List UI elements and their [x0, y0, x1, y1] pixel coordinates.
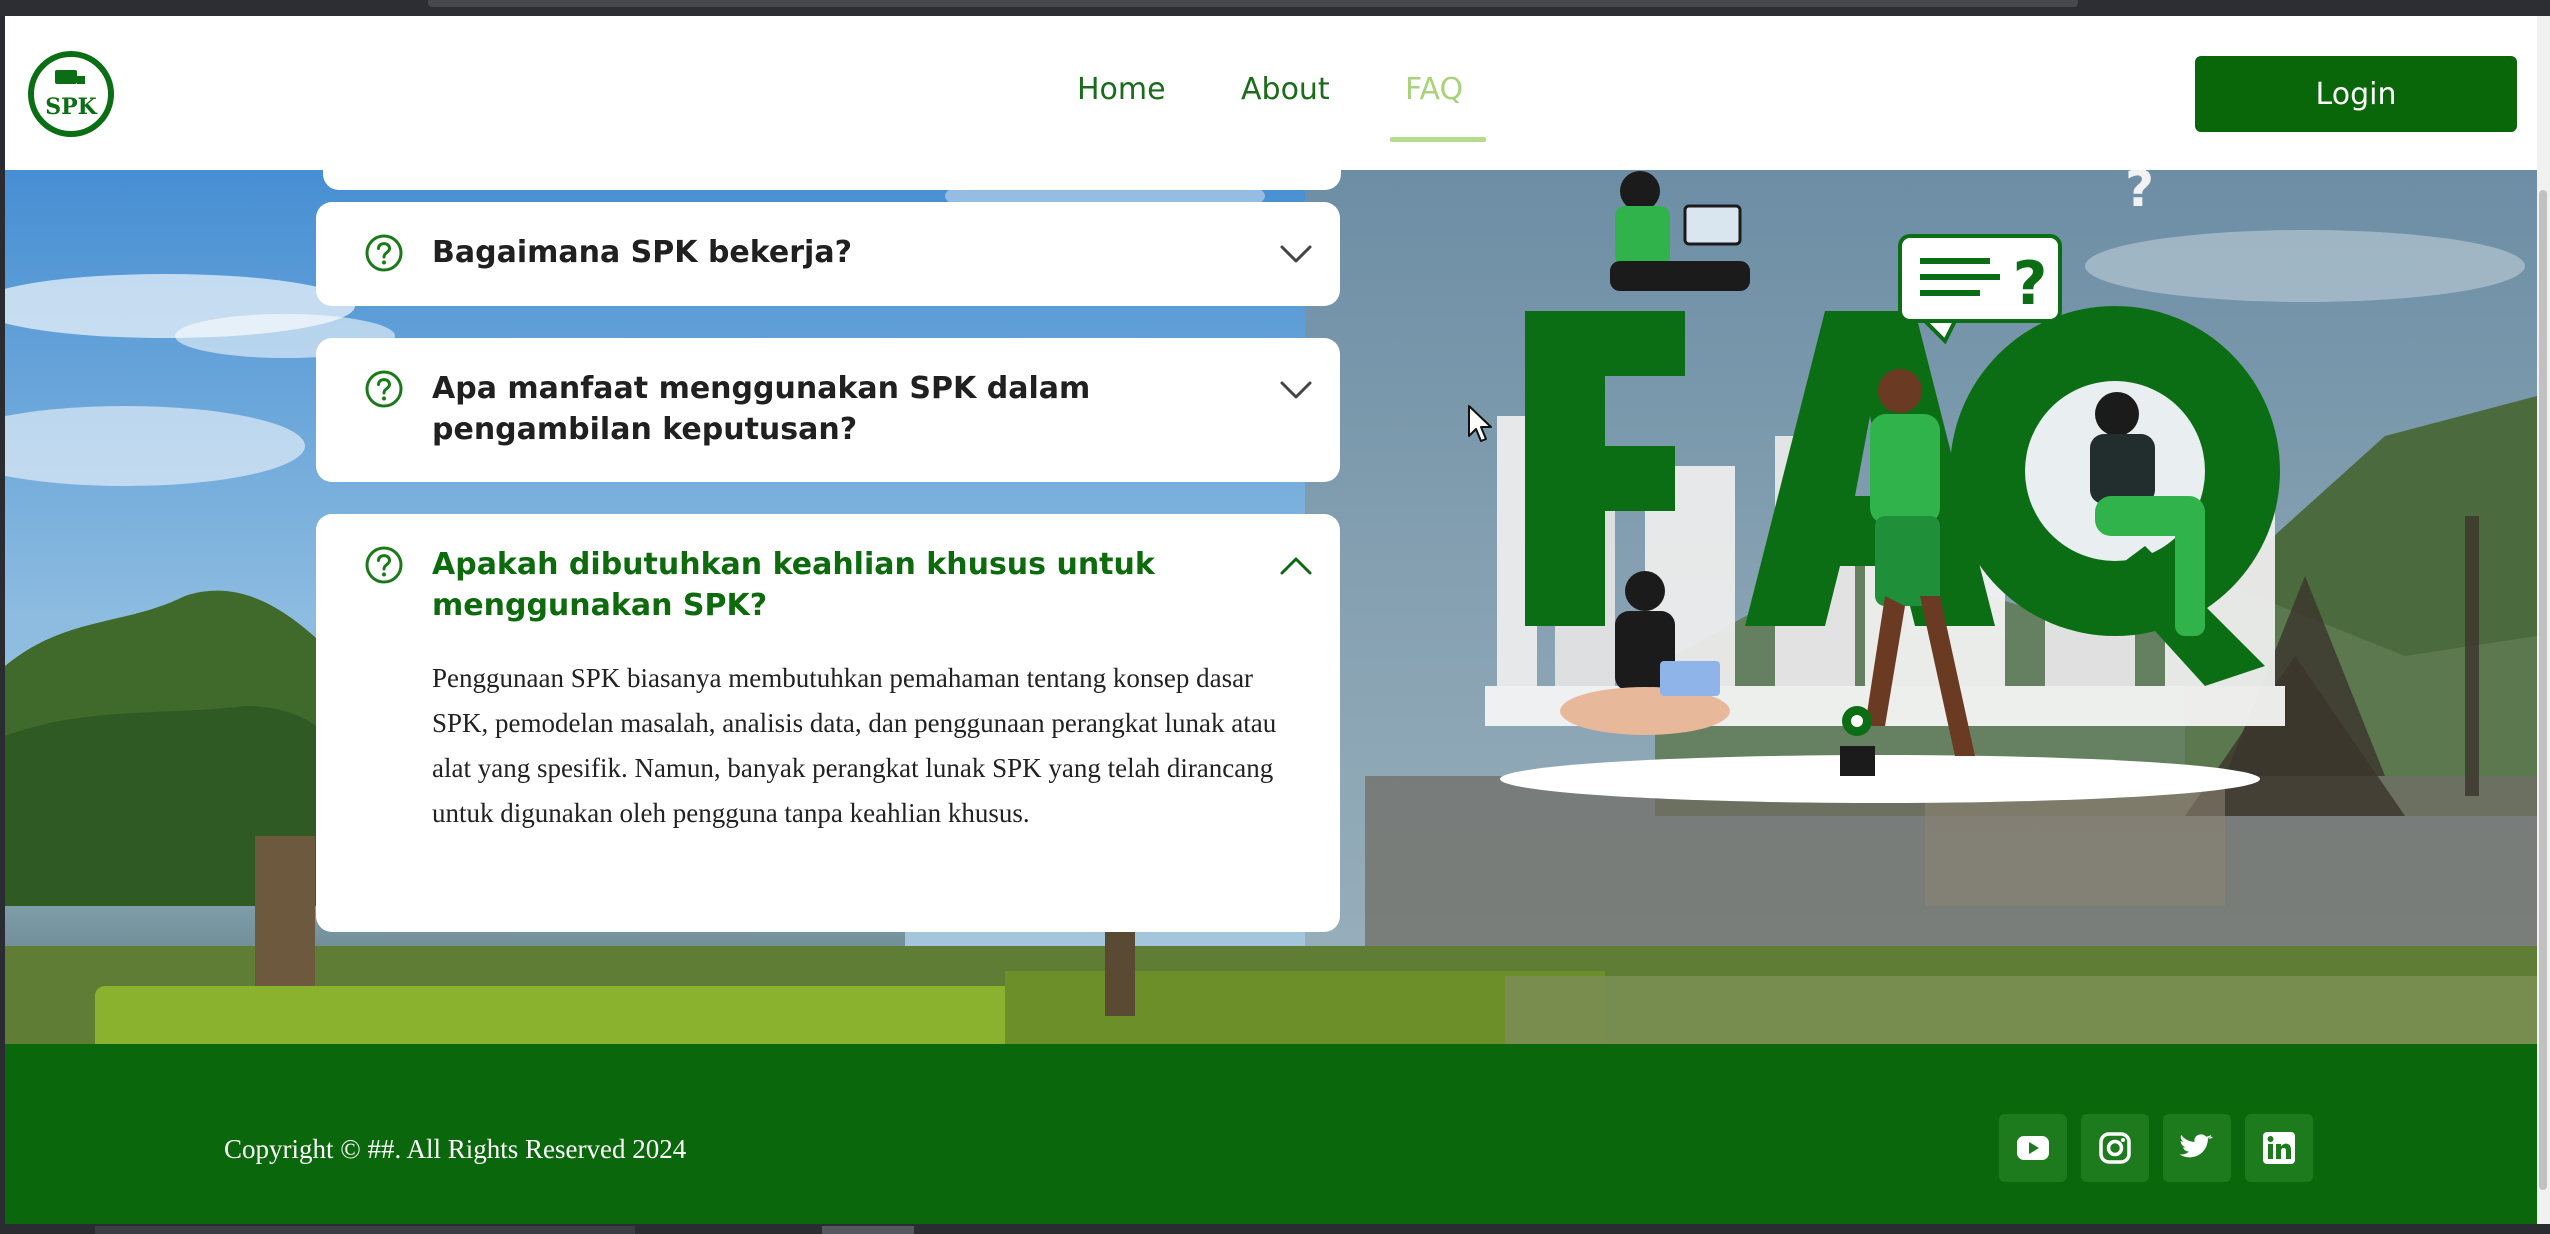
- faq-item-expanded[interactable]: Apakah dibutuhkan keahlian khusus untuk …: [316, 514, 1340, 932]
- faq-item[interactable]: Bagaimana SPK bekerja?: [316, 202, 1340, 306]
- ground-ellipse: [1500, 755, 2260, 803]
- taskbar-segment: [95, 1226, 635, 1234]
- browser-top-strip: [0, 0, 2550, 16]
- copyright-text: Copyright © ##. All Rights Reserved 2024: [224, 1134, 687, 1164]
- nav-link-home[interactable]: Home: [1077, 72, 1166, 107]
- instagram-icon: [2099, 1132, 2131, 1164]
- question-icon: [365, 370, 403, 408]
- nav-link-faq[interactable]: FAQ: [1405, 72, 1463, 107]
- twitter-button[interactable]: [2163, 1114, 2231, 1182]
- question-icon: [365, 546, 403, 584]
- browser-bottom-bar: [0, 1224, 2550, 1234]
- youtube-icon: [2017, 1136, 2049, 1160]
- youtube-button[interactable]: [1999, 1114, 2067, 1182]
- linkedin-button[interactable]: [2245, 1114, 2313, 1182]
- chat-bubble-question: ?: [1898, 234, 2062, 345]
- linkedin-icon: [2263, 1132, 2295, 1164]
- instagram-button[interactable]: [2081, 1114, 2149, 1182]
- taskbar-segment: [822, 1226, 914, 1234]
- page-viewport: Bagaimana SPK bekerja? Apa manfaat mengg…: [5, 16, 2537, 1224]
- svg-text:?: ?: [2013, 249, 2048, 319]
- faq-answer: Penggunaan SPK biasanya membutuhkan pema…: [432, 663, 1277, 828]
- faq-question: Apakah dibutuhkan keahlian khusus untuk …: [432, 547, 1155, 623]
- logo-text: SPK: [45, 94, 97, 120]
- mouse-cursor-icon: [1468, 405, 1492, 442]
- chevron-down-icon[interactable]: [1278, 378, 1314, 402]
- person-with-laptop-top: [1610, 171, 1750, 291]
- faq-card-previous-remnant: [323, 170, 1341, 190]
- chevron-down-icon[interactable]: [1278, 242, 1314, 266]
- chevron-up-icon[interactable]: [1278, 554, 1314, 578]
- login-button[interactable]: Login: [2195, 56, 2517, 132]
- question-mark-decoration: ?: [2125, 166, 2154, 218]
- twitter-icon: [2179, 1134, 2213, 1158]
- browser-tab-bar: [428, 0, 2078, 7]
- footer: Copyright © ##. All Rights Reserved 2024: [5, 1044, 2537, 1224]
- navbar: SPK Home About FAQ Login: [5, 16, 2537, 170]
- spk-logo[interactable]: SPK: [27, 50, 115, 138]
- faq-illustration: ? ?: [1485, 166, 2285, 803]
- faq-question: Apa manfaat menggunakan SPK dalam pengam…: [432, 371, 1091, 447]
- faq-question: Bagaimana SPK bekerja?: [432, 235, 852, 270]
- faq-item[interactable]: Apa manfaat menggunakan SPK dalam pengam…: [316, 338, 1340, 482]
- nav-active-indicator: [1390, 137, 1486, 142]
- potted-plant: [1840, 706, 1875, 776]
- question-icon: [365, 234, 403, 272]
- nav-link-about[interactable]: About: [1241, 72, 1330, 107]
- scrollbar-thumb[interactable]: [2539, 190, 2547, 1190]
